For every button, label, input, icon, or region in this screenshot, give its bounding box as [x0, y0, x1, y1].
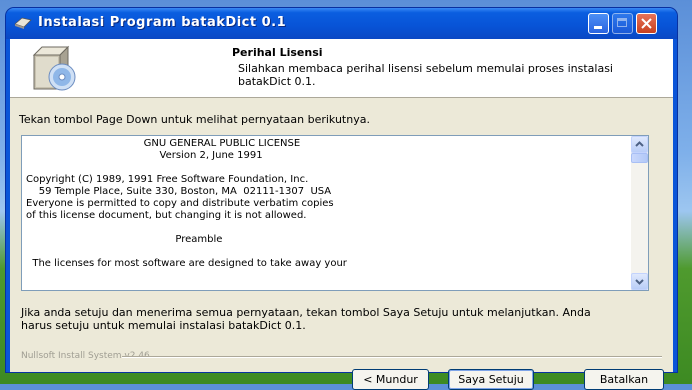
agree-button[interactable]: Saya Setuju — [448, 369, 534, 390]
minimize-button[interactable] — [588, 13, 609, 34]
chevron-up-icon — [635, 141, 644, 147]
close-button[interactable] — [636, 13, 657, 34]
installer-window: Instalasi Program batakDict 0.1 Perihal … — [6, 8, 677, 390]
license-scrollbar[interactable] — [631, 136, 648, 290]
instruction-text: Tekan tombol Page Down untuk melihat per… — [19, 113, 370, 126]
back-button[interactable]: < Mundur — [352, 369, 429, 390]
license-textbox[interactable]: GNU GENERAL PUBLIC LICENSE Version 2, Ju… — [21, 135, 649, 291]
license-text: GNU GENERAL PUBLIC LICENSE Version 2, Ju… — [26, 138, 347, 269]
title-bar[interactable]: Instalasi Program batakDict 0.1 — [6, 8, 677, 39]
header-title: Perihal Lisensi — [232, 46, 323, 59]
scroll-down-button[interactable] — [631, 273, 648, 290]
cancel-button[interactable]: Batalkan — [584, 369, 664, 390]
scroll-up-button[interactable] — [631, 136, 648, 153]
branding-divider — [122, 356, 662, 358]
installer-icon — [14, 17, 32, 29]
scroll-thumb[interactable] — [631, 153, 648, 163]
agree-instruction-text: Jika anda setuju dan menerima semua pern… — [21, 306, 591, 332]
header-panel: Perihal Lisensi Silahkan membaca perihal… — [10, 39, 673, 98]
close-icon — [641, 18, 652, 29]
header-subtitle: Silahkan membaca perihal lisensi sebelum… — [238, 62, 613, 88]
maximize-button[interactable] — [612, 13, 633, 34]
install-box-icon — [32, 45, 76, 91]
dialog-body: Perihal Lisensi Silahkan membaca perihal… — [10, 39, 673, 390]
window-title: Instalasi Program batakDict 0.1 — [38, 15, 287, 30]
chevron-down-icon — [635, 279, 644, 285]
